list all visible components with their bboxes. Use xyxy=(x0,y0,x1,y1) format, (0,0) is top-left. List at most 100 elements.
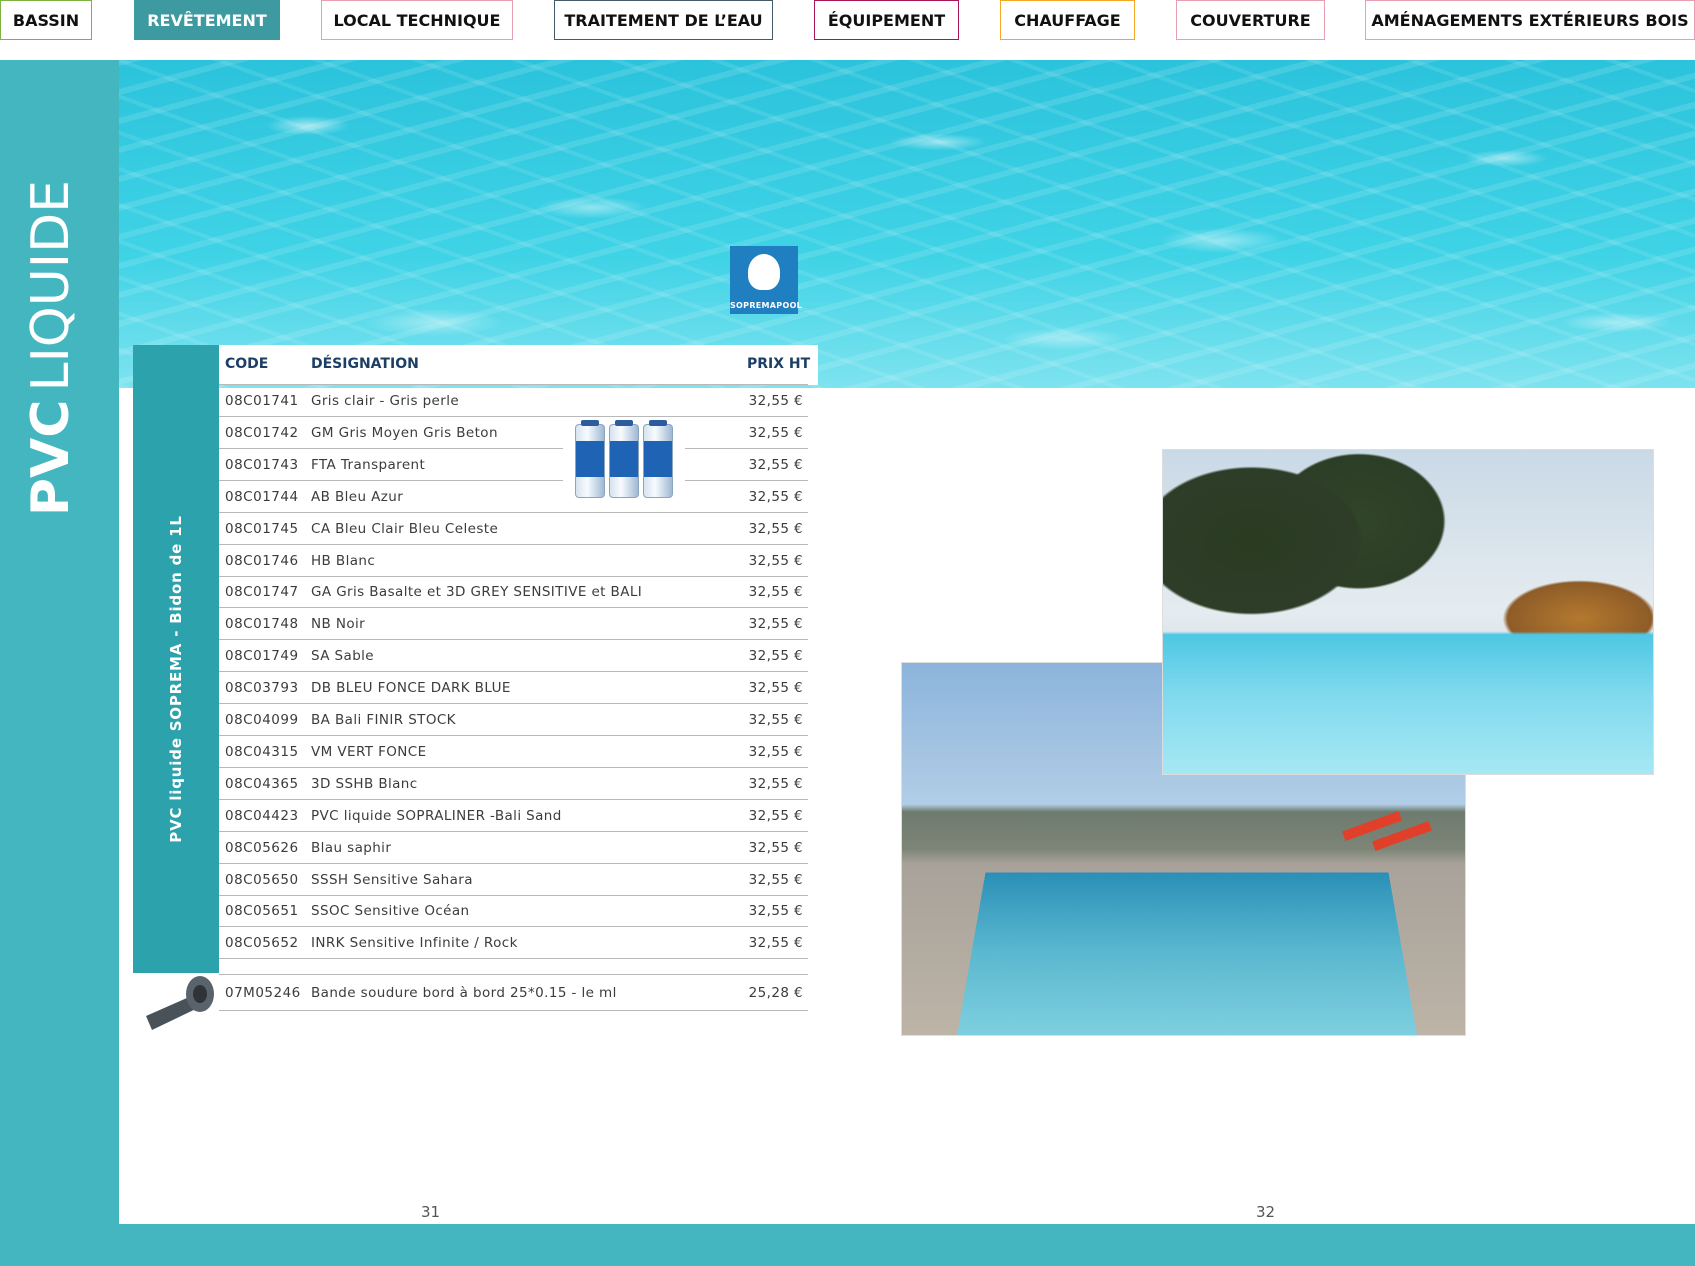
tab-couverture[interactable]: COUVERTURE xyxy=(1176,0,1325,40)
table-row: 08C01748 NB Noir 32,55 € xyxy=(219,608,808,641)
cell-code: 08C03793 xyxy=(225,680,299,697)
cell-code: 08C01742 xyxy=(225,424,299,441)
top-navigation: BASSIN REVÊTEMENT LOCAL TECHNIQUE TRAITE… xyxy=(0,0,1695,58)
cell-price: 32,55 € xyxy=(748,712,803,728)
table-row: 08C04365 3D SSHB Blanc 32,55 € xyxy=(219,768,808,800)
cell-designation: PVC liquide SOPRALINER -Bali Sand xyxy=(311,807,562,824)
section-title-light: LIQUIDE xyxy=(21,180,81,392)
cell-code: 08C01744 xyxy=(225,488,299,505)
cell-designation: Blau saphir xyxy=(311,839,392,856)
can-icon xyxy=(643,420,673,498)
table-row: 08C04099 BA Bali FINIR STOCK 32,55 € xyxy=(219,704,808,736)
cell-designation: VM VERT FONCE xyxy=(311,743,427,760)
cell-code: 08C01745 xyxy=(225,520,299,537)
cell-price: 32,55 € xyxy=(748,680,803,697)
table-row: 08C01745 CA Bleu Clair Bleu Celeste 32,55 … xyxy=(219,513,808,545)
table-header: CODE DÉSIGNATION PRIX HT xyxy=(133,345,818,385)
cell-price: 32,55 € xyxy=(748,584,803,601)
table-row: 08C01741 Gris clair - Gris perle 32,55 € xyxy=(219,385,808,417)
bottom-band xyxy=(0,1224,1695,1266)
header-price: PRIX HT xyxy=(747,356,811,372)
tab-chauffage[interactable]: CHAUFFAGE xyxy=(1000,0,1135,40)
section-title-bold: PVC xyxy=(21,399,81,517)
cell-price: 32,55 € xyxy=(748,871,803,888)
cell-price: 32,55 € xyxy=(748,903,803,920)
table-row: 08C01743 FTA Transparent 32,55 € xyxy=(219,449,808,481)
tab-traitement-eau[interactable]: TRAITEMENT DE L’EAU xyxy=(554,0,773,40)
table-row: 08C03793 DB BLEU FONCE DARK BLUE 32,55 € xyxy=(219,672,808,705)
group-label-band: PVC liquide SOPREMA - Bidon de 1L xyxy=(133,385,219,973)
table-row: 08C04423 PVC liquide SOPRALINER -Bali San… xyxy=(219,800,808,832)
table-row: 08C01742 GM Gris Moyen Gris Beton 32,55 € xyxy=(219,417,808,449)
welding-strip-roll-image xyxy=(146,972,220,1032)
cell-code: 08C01748 xyxy=(225,616,299,633)
page-number-right: 32 xyxy=(1256,1203,1276,1221)
cell-code: 08C04423 xyxy=(225,807,299,824)
table-row: 08C05652 INRK Sensitive Infinite / Rock 32… xyxy=(219,927,808,960)
cell-code: 08C01749 xyxy=(225,648,299,665)
cell-designation: NB Noir xyxy=(311,616,366,633)
page-number-left: 31 xyxy=(421,1203,441,1221)
cell-code: 08C01741 xyxy=(225,393,299,409)
pool-water xyxy=(956,872,1418,1035)
water-hero-image xyxy=(119,60,1695,388)
cell-price: 32,55 € xyxy=(748,743,803,760)
header-designation: DÉSIGNATION xyxy=(311,356,419,372)
cell-price: 32,55 € xyxy=(748,520,803,537)
cell-designation: 3D SSHB Blanc xyxy=(311,775,418,792)
cell-designation: INRK Sensitive Infinite / Rock xyxy=(311,935,518,952)
cell-designation: Bande soudure bord à bord 25*0.15 - le m… xyxy=(311,985,617,1001)
cell-code: 08C04315 xyxy=(225,743,299,760)
cell-price: 32,55 € xyxy=(748,807,803,824)
table-row: 08C01747 GA Gris Basalte et 3D GREY SENSI… xyxy=(219,576,808,609)
tab-revetement[interactable]: REVÊTEMENT xyxy=(134,0,280,40)
cell-designation: SSSH Sensitive Sahara xyxy=(311,871,473,888)
header-code: CODE xyxy=(225,356,269,372)
infinity-pool-photo xyxy=(1162,449,1654,775)
tab-bassin[interactable]: BASSIN xyxy=(0,0,92,40)
sopremapool-logo: SOPREMAPOOL xyxy=(730,246,803,314)
cell-designation: CA Bleu Clair Bleu Celeste xyxy=(311,520,499,537)
can-icon xyxy=(575,420,605,498)
cell-price: 32,55 € xyxy=(748,552,803,569)
cell-code: 08C01747 xyxy=(225,584,299,601)
cell-code: 07M05246 xyxy=(225,985,301,1001)
cell-price: 32,55 € xyxy=(748,456,803,473)
cell-price: 32,55 € xyxy=(748,648,803,665)
cell-code: 08C04365 xyxy=(225,775,299,792)
row-divider xyxy=(219,479,564,481)
table-header-accent xyxy=(133,345,219,385)
cell-price: 32,55 € xyxy=(748,839,803,856)
cell-price: 32,55 € xyxy=(748,616,803,633)
cell-designation: FTA Transparent xyxy=(311,456,426,473)
row-divider xyxy=(685,447,808,449)
table-row: 08C05626 Blau saphir 32,55 € xyxy=(219,832,808,864)
cell-code: 08C05652 xyxy=(225,935,299,952)
cell-code: 08C01743 xyxy=(225,456,299,473)
tab-local-technique[interactable]: LOCAL TECHNIQUE xyxy=(321,0,513,40)
cell-price: 32,55 € xyxy=(748,775,803,792)
cell-designation: SSOC Sensitive Océan xyxy=(311,903,470,920)
cell-code: 08C04099 xyxy=(225,712,299,728)
cell-code: 08C05651 xyxy=(225,903,299,920)
cell-designation: GM Gris Moyen Gris Beton xyxy=(311,424,498,441)
cell-designation: Gris clair - Gris perle xyxy=(311,393,460,409)
cell-code: 08C05626 xyxy=(225,839,299,856)
table-row: 08C01744 AB Bleu Azur 32,55 € xyxy=(219,481,808,513)
cell-code: 08C05650 xyxy=(225,871,299,888)
can-icon xyxy=(609,420,639,498)
logo-text: SOPREMAPOOL xyxy=(730,301,803,310)
group-label: PVC liquide SOPREMA - Bidon de 1L xyxy=(167,515,185,843)
table-row: 08C04315 VM VERT FONCE 32,55 € xyxy=(219,736,808,768)
tab-amenagements-exterieurs-bois[interactable]: AMÉNAGEMENTS EXTÉRIEURS BOIS xyxy=(1365,0,1695,40)
row-divider xyxy=(219,447,564,449)
table-row-extra: 07M05246 Bande soudure bord à bord 25*0.1… xyxy=(219,975,808,1011)
table-row: 08C05651 SSOC Sensitive Océan 32,55 € xyxy=(219,895,808,928)
cell-price: 32,55 € xyxy=(748,393,803,409)
cell-price: 32,55 € xyxy=(748,935,803,952)
row-divider xyxy=(219,511,808,513)
cell-designation: SA Sable xyxy=(311,648,375,665)
elephant-icon xyxy=(748,254,780,290)
row-divider xyxy=(685,479,808,481)
tab-equipement[interactable]: ÉQUIPEMENT xyxy=(814,0,959,40)
